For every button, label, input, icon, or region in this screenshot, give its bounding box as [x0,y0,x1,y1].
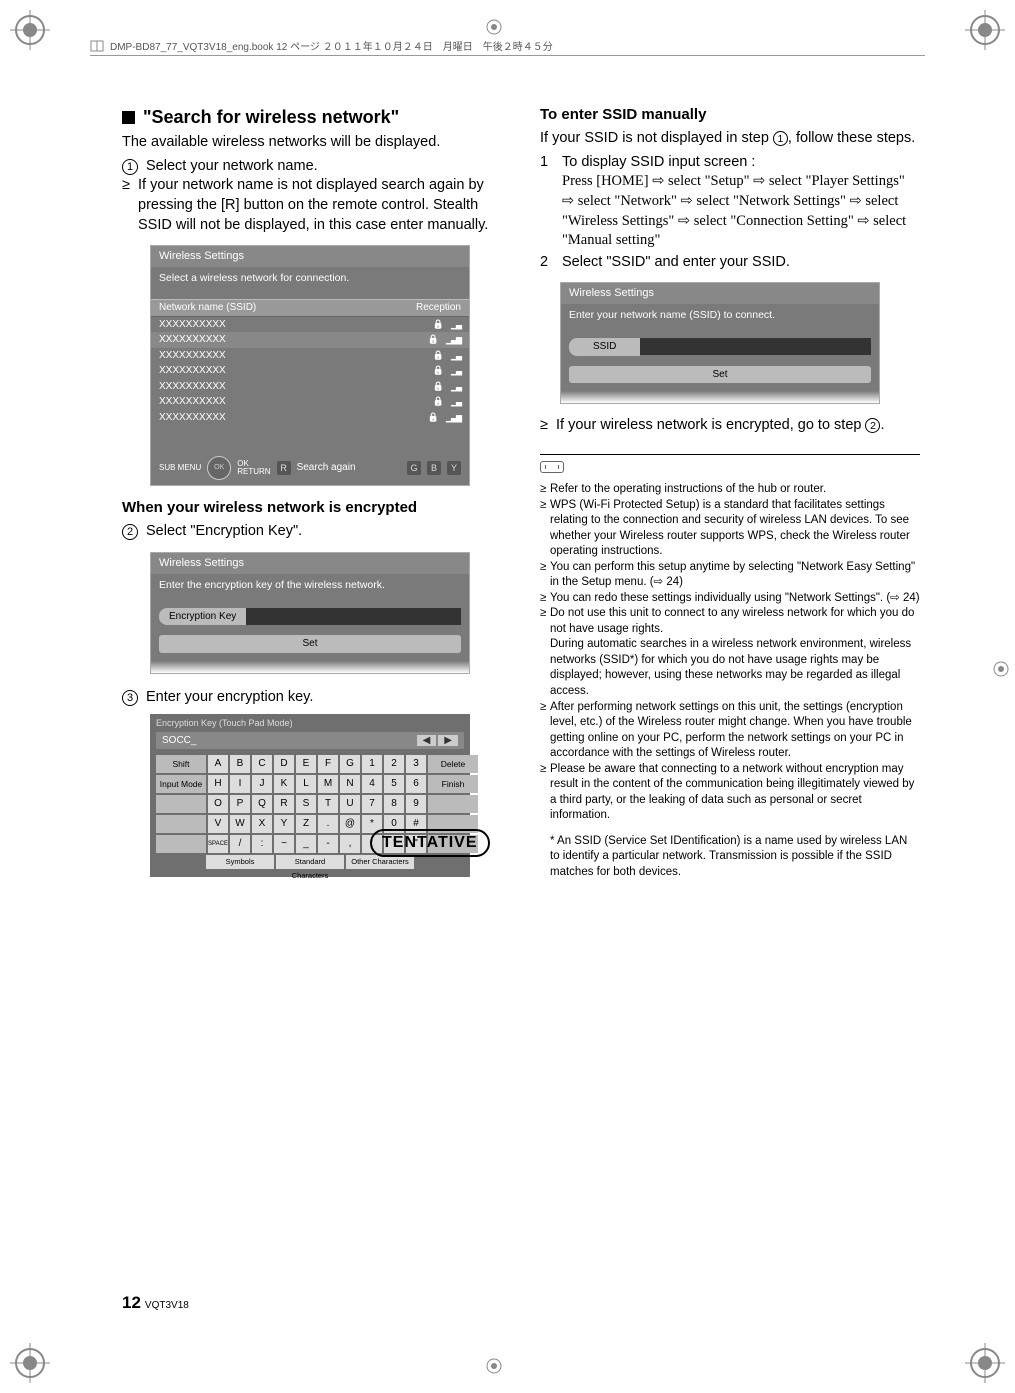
screen-title: Wireless Settings [151,246,469,267]
crop-mark-icon [992,660,1010,678]
wireless-settings-screen: Wireless Settings Select a wireless netw… [150,245,470,486]
ok-knob-icon: OK [207,456,231,480]
note-item: Refer to the operating instructions of t… [540,482,920,498]
note-item: You can perform this setup anytime by se… [540,560,920,591]
note-item: Please be aware that connecting to a net… [540,762,920,824]
table-row: XXXXXXXXXX▁▃▅ [151,410,469,426]
note-item: After performing network settings on thi… [540,700,920,762]
crop-mark-icon [10,1343,50,1383]
step-2: 2Select "Encryption Key". [122,522,502,542]
b-badge: B [427,461,441,475]
table-row: XXXXXXXXXX▁▃ [151,317,469,333]
note-item: You can redo these settings individually… [540,591,920,607]
footnote: * An SSID (Service Set IDentification) i… [540,834,920,881]
encryption-key-screen: Wireless Settings Enter the encryption k… [150,552,470,674]
table-row: XXXXXXXXXX▁▃ [151,394,469,410]
kb-input-mode[interactable]: Input Mode [156,775,206,793]
right-column: To enter SSID manually If your SSID is n… [540,105,920,880]
step-1: 1Select your network name. [122,157,502,177]
kb-shift[interactable]: Shift [156,755,206,773]
table-row: XXXXXXXXXX▁▃ [151,379,469,395]
encryption-key-field: Encryption Key [159,608,461,626]
arrow-left-icon[interactable]: ◀ [417,735,437,746]
table-row: XXXXXXXXXX▁▃▅ [151,332,469,348]
note-item: Do not use this unit to connect to any w… [540,606,920,699]
body-text: The available wireless networks will be … [122,133,502,153]
set-button[interactable]: Set [159,635,461,653]
crop-mark-icon [485,1357,503,1375]
kb-symbols[interactable]: Symbols [206,855,274,869]
g-badge: G [407,461,421,475]
note-item: WPS (Wi-Fi Protected Setup) is a standar… [540,498,920,560]
book-icon [90,39,104,53]
ssid-screen: Wireless Settings Enter your network nam… [560,282,880,404]
ssid-field: SSID [569,338,871,356]
notes-section: Refer to the operating instructions of t… [540,454,920,880]
crop-mark-icon [965,10,1005,50]
tentative-stamp: TENTATIVE [370,829,490,857]
set-button[interactable]: Set [569,366,871,384]
screen-title: Wireless Settings [561,283,879,304]
manual-step-2: 2Select "SSID" and enter your SSID. [540,253,920,273]
kb-title: Encryption Key (Touch Pad Mode) [150,714,470,732]
screen-title: Wireless Settings [151,553,469,574]
arrow-right-icon[interactable]: ▶ [438,735,458,746]
step-3: 3Enter your encryption key. [122,688,502,708]
body-text: If your SSID is not displayed in step 1,… [540,129,920,149]
kb-finish[interactable]: Finish [428,775,478,793]
screen-subtitle: Enter your network name (SSID) to connec… [561,304,879,336]
note-icon [540,461,564,473]
left-column: "Search for wireless network" The availa… [122,105,502,880]
subheading: When your wireless network is encrypted [122,498,502,518]
page-number: 12VQT3V18 [122,1293,189,1313]
screen-footer: SUB MENU OK OKRETURN R Search again G B … [151,451,469,485]
manual-step-1: 1 To display SSID input screen :Press [H… [540,153,920,251]
subheading: To enter SSID manually [540,105,920,125]
y-badge: Y [447,461,461,475]
r-badge: R [277,461,291,475]
kb-standard-chars[interactable]: Standard Characters [276,855,344,869]
kb-input-display: SOCC_ ◀▶ [156,732,464,750]
bullet-text: If your wireless network is encrypted, g… [556,416,920,436]
kb-delete[interactable]: Delete [428,755,478,773]
book-header: DMP-BD87_77_VQT3V18_eng.book 12 ページ ２０１１… [90,38,925,56]
screen-subtitle: Select a wireless network for connection… [151,267,469,299]
section-heading: "Search for wireless network" [122,105,502,129]
crop-mark-icon [485,18,503,36]
crop-mark-icon [965,1343,1005,1383]
crop-mark-icon [10,10,50,50]
table-row: XXXXXXXXXX▁▃ [151,348,469,364]
table-row: XXXXXXXXXX▁▃ [151,363,469,379]
screen-subtitle: Enter the encryption key of the wireless… [151,574,469,606]
table-header: Network name (SSID)Reception [151,299,469,317]
kb-other-chars[interactable]: Other Characters [346,855,414,869]
bullet-text: If your network name is not displayed se… [138,176,502,235]
